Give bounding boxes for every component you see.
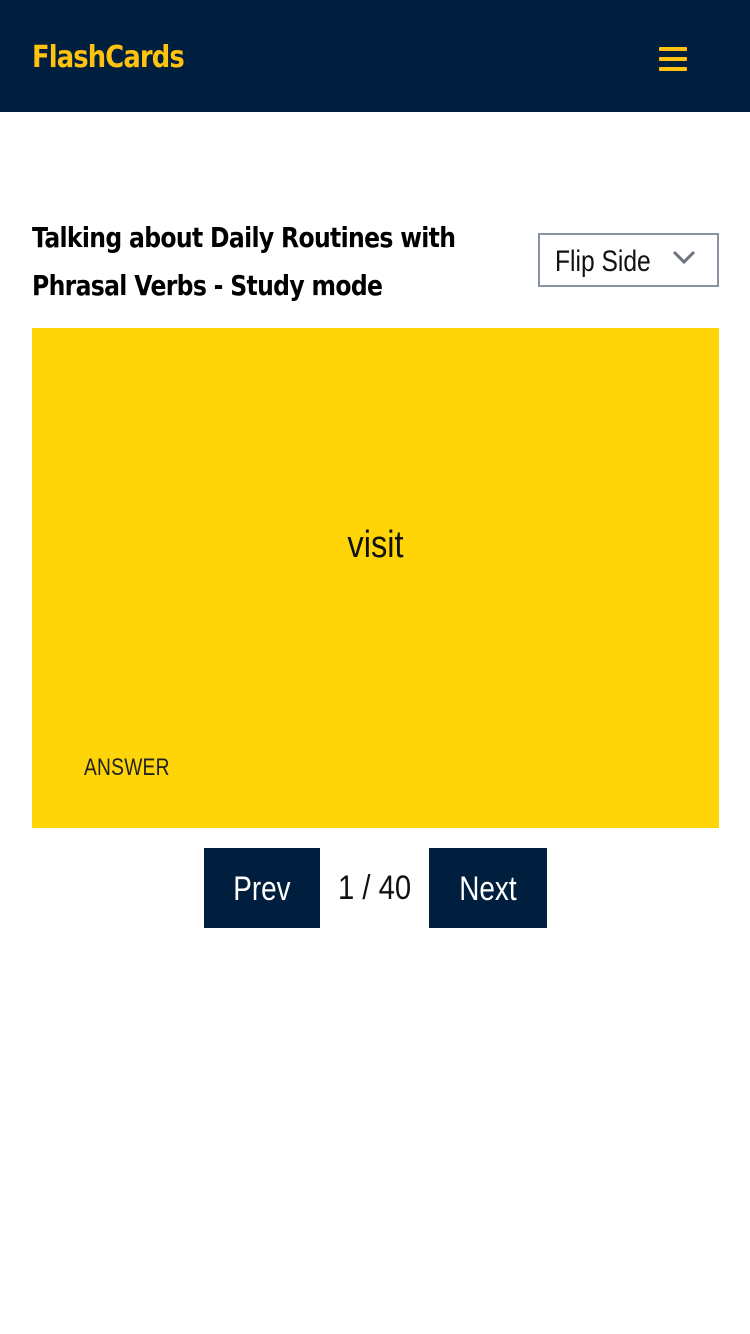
chevron-down-icon [672,250,696,265]
card-counter-text: 1 / 40 [337,869,412,907]
brand-logo-link[interactable]: FlashCards [32,36,185,80]
top-navbar: FlashCards [0,0,750,112]
menu-button[interactable] [650,40,696,78]
flip-side-select[interactable]: Flip Side [538,233,719,287]
deck-title: Talking about Daily Routines with Phrasa… [32,214,512,310]
card-counter: 1 / 40 [320,848,429,928]
flashcard-side-label: ANSWER [84,754,170,781]
flashcard-term: visit [347,524,404,566]
flip-side-select-value: Flip Side [555,245,651,278]
deck-title-line-2: Phrasal Verbs - Study mode [32,269,383,302]
next-button-label: Next [459,870,517,908]
next-button[interactable]: Next [429,848,547,928]
prev-button[interactable]: Prev [204,848,320,928]
prev-button-label: Prev [233,870,291,908]
deck-title-line-1: Talking about Daily Routines with [32,221,456,254]
flashcard[interactable]: visit ANSWER [32,328,719,828]
